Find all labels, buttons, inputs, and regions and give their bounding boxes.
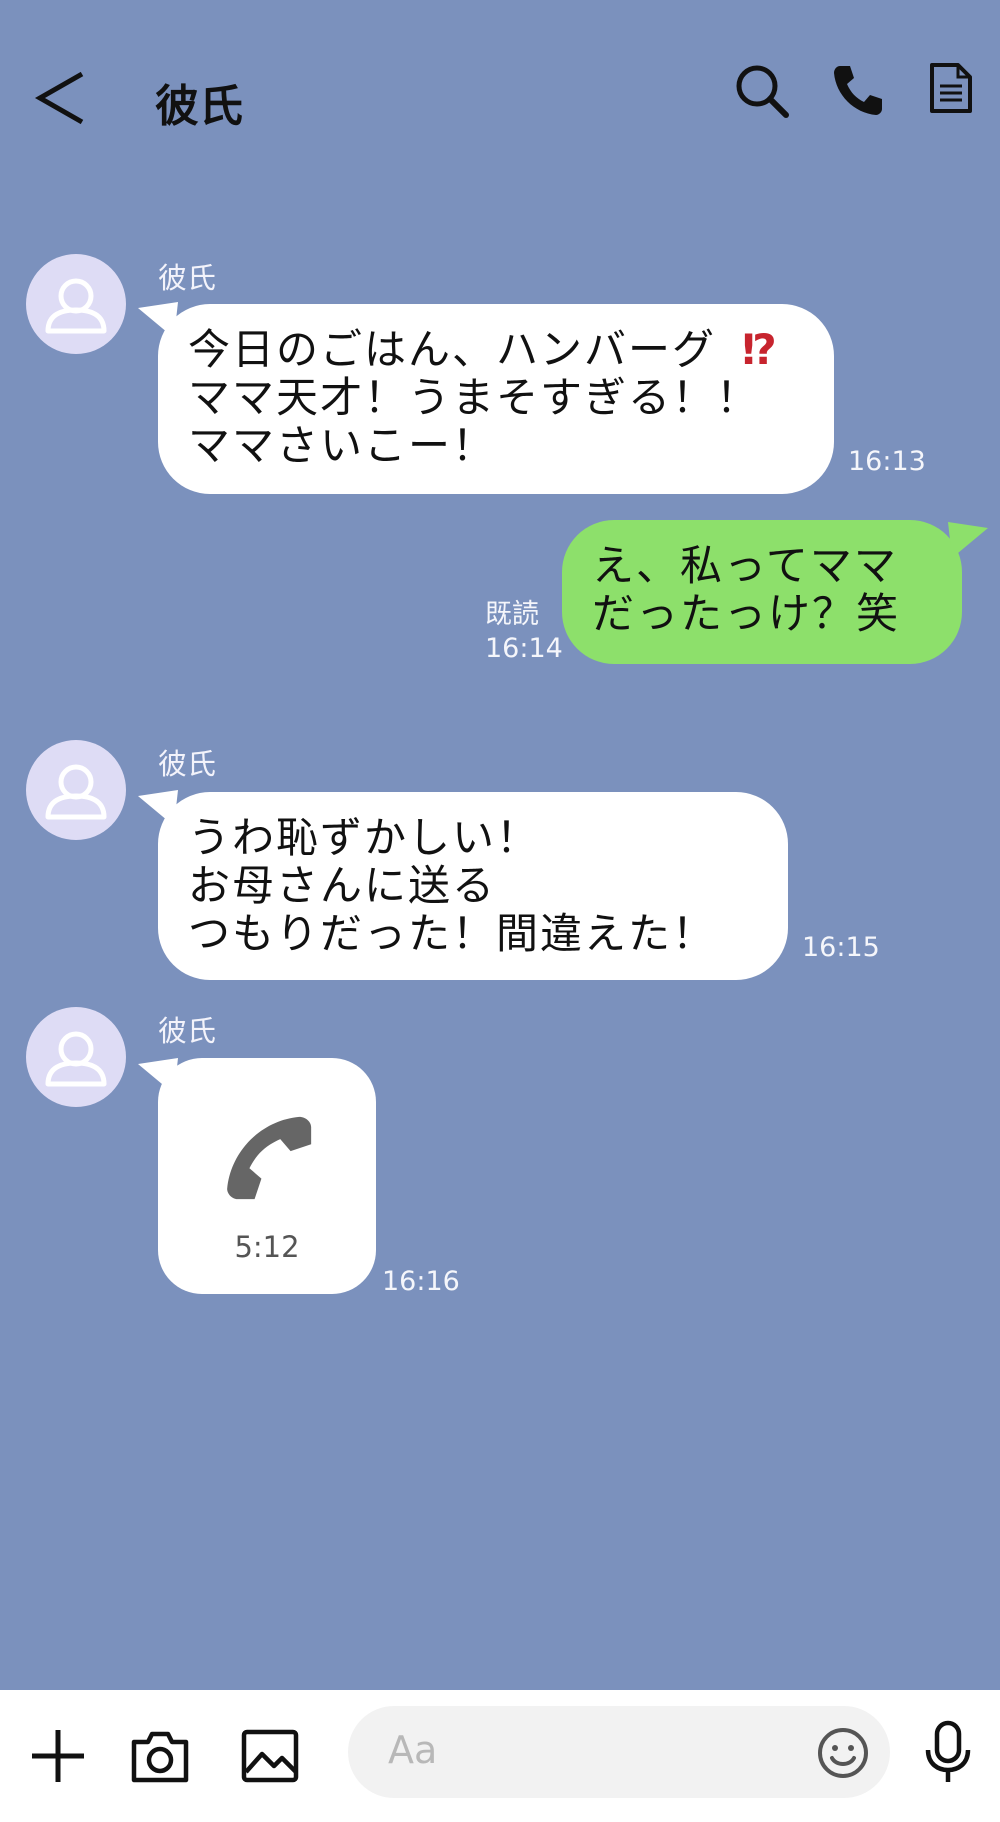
call-bubble[interactable]: 5:12: [158, 1058, 376, 1294]
message-text: え、私ってママ だったっけ？笑: [592, 541, 901, 638]
camera-icon[interactable]: [130, 1726, 190, 1786]
phone-icon: [227, 1116, 312, 1200]
sender-name: 彼氏: [158, 747, 217, 781]
message-bubble[interactable]: 今日のごはん、ハンバーグ ママ天才！うまそすぎる！！ ママさいこー！: [158, 304, 834, 494]
sender-name: 彼氏: [158, 1014, 217, 1048]
avatar[interactable]: [26, 740, 126, 840]
microphone-icon[interactable]: [920, 1720, 976, 1786]
exclamation-question-emoji: ⁉: [742, 325, 777, 374]
message-bubble[interactable]: うわ恥ずかしい！ お母さんに送る つもりだった！間違えた！: [158, 792, 788, 980]
call-duration: 5:12: [234, 1230, 300, 1264]
avatar[interactable]: [26, 1007, 126, 1107]
message-input[interactable]: Aa: [348, 1706, 890, 1798]
person-icon: [26, 254, 126, 354]
chat-title: 彼氏: [155, 81, 243, 132]
message-time: 16:13: [848, 446, 926, 477]
read-receipt: 既読 16:14: [485, 598, 563, 666]
plus-icon[interactable]: [28, 1726, 88, 1786]
message-time: 16:15: [802, 932, 880, 963]
chevron-left-icon[interactable]: [32, 68, 92, 128]
person-icon: [26, 740, 126, 840]
message-bubble[interactable]: え、私ってママ だったっけ？笑: [562, 520, 962, 664]
read-label: 既読: [485, 599, 539, 630]
search-icon[interactable]: [733, 62, 791, 120]
message-time: 16:16: [382, 1266, 460, 1297]
bubble-tail: [948, 522, 988, 558]
image-icon[interactable]: [240, 1726, 300, 1786]
message-text: 今日のごはん、ハンバーグ ママ天才！うまそすぎる！！ ママさいこー！: [188, 325, 761, 470]
phone-icon[interactable]: [830, 62, 886, 118]
emoji-icon[interactable]: [816, 1726, 870, 1780]
message-text: うわ恥ずかしい！ お母さんに送る つもりだった！間違えた！: [188, 813, 717, 958]
person-icon: [26, 1007, 126, 1107]
document-icon[interactable]: [928, 62, 974, 114]
sender-name: 彼氏: [158, 261, 217, 295]
avatar[interactable]: [26, 254, 126, 354]
message-time: 16:14: [485, 633, 563, 664]
input-placeholder: Aa: [388, 1728, 438, 1772]
